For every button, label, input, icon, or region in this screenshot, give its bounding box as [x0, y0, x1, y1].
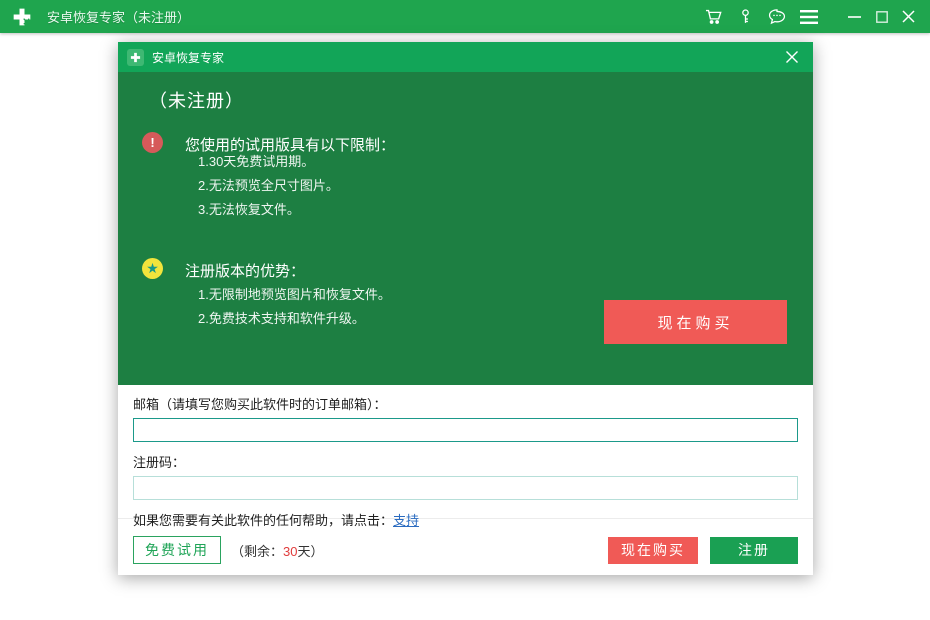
support-link[interactable]: 支持	[393, 513, 419, 528]
list-item: 3.无法恢复文件。	[198, 198, 339, 222]
list-item: 1.30天免费试用期。	[198, 150, 339, 174]
remaining-days-text: （剩余：30天）	[231, 541, 324, 560]
dialog-header: 安卓恢复专家	[118, 42, 813, 72]
trial-limits-list: 1.30天免费试用期。 2.无法预览全尺寸图片。 3.无法恢复文件。	[198, 150, 339, 222]
window-title: 安卓恢复专家（未注册）	[47, 7, 190, 26]
menu-icon[interactable]	[793, 0, 825, 33]
list-item: 2.无法预览全尺寸图片。	[198, 174, 339, 198]
email-label: 邮箱（请填写您购买此软件时的订单邮箱）：	[133, 394, 798, 413]
unregistered-heading: （未注册）	[149, 87, 244, 113]
buy-now-button-large[interactable]: 现在购买	[604, 300, 787, 344]
window-controls	[841, 0, 922, 33]
app-logo-cross-icon	[9, 5, 35, 29]
registration-dialog: 安卓恢复专家 （未注册） ! 您使用的试用版具有以下限制： 1.30天免费试用期…	[118, 42, 813, 575]
list-item: 2.免费技术支持和软件升级。	[198, 307, 391, 331]
register-button[interactable]: 注册	[710, 537, 798, 564]
help-text: 如果您需要有关此软件的任何帮助，请点击：	[133, 513, 393, 528]
registration-form: 邮箱（请填写您购买此软件时的订单邮箱）： 注册码： 如果您需要有关此软件的任何帮…	[118, 385, 813, 518]
star-icon: ★	[142, 258, 163, 279]
warning-icon: !	[142, 132, 163, 153]
dialog-logo-cross-icon	[127, 49, 144, 66]
dialog-close-icon[interactable]	[780, 45, 804, 69]
days-count: 30	[283, 544, 297, 559]
benefits-list: 1.无限制地预览图片和恢复文件。 2.免费技术支持和软件升级。	[198, 283, 391, 331]
buy-now-button[interactable]: 现在购买	[608, 537, 698, 564]
chat-icon[interactable]	[761, 0, 793, 33]
free-trial-button[interactable]: 免费试用	[133, 536, 221, 564]
dialog-green-panel: （未注册） ! 您使用的试用版具有以下限制： 1.30天免费试用期。 2.无法预…	[118, 72, 813, 385]
list-item: 1.无限制地预览图片和恢复文件。	[198, 283, 391, 307]
cart-icon[interactable]	[697, 0, 729, 33]
key-icon[interactable]	[729, 0, 761, 33]
benefits-heading: 注册版本的优势：	[185, 260, 305, 281]
code-label: 注册码：	[133, 452, 798, 471]
titlebar: 安卓恢复专家（未注册）	[0, 0, 930, 33]
email-field[interactable]	[133, 418, 798, 442]
registration-code-field[interactable]	[133, 476, 798, 500]
maximize-icon[interactable]	[868, 0, 895, 33]
minimize-icon[interactable]	[841, 0, 868, 33]
close-icon[interactable]	[895, 0, 922, 33]
dialog-title: 安卓恢复专家	[152, 49, 224, 66]
